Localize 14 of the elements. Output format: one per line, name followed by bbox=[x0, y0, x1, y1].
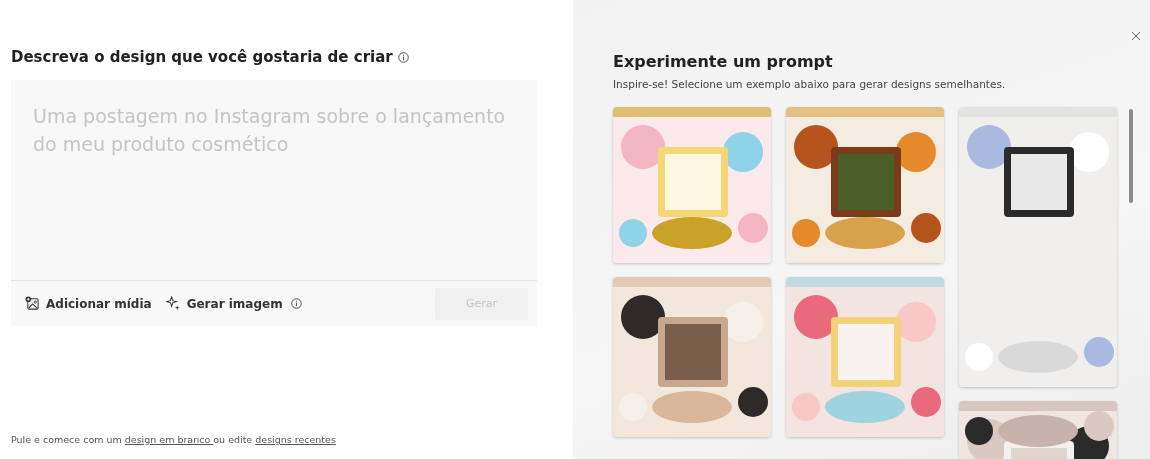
scrollbar[interactable] bbox=[1129, 109, 1133, 203]
sparkle-icon bbox=[165, 296, 181, 311]
examples-title: Experimente um prompt bbox=[613, 52, 834, 71]
close-icon[interactable] bbox=[1131, 31, 1141, 41]
examples-subtitle: Inspire-se! Selecione um exemplo abaixo para gerar designs semelhantes. bbox=[613, 78, 1007, 90]
generate-image-button[interactable]: Gerar imagem bbox=[165, 296, 302, 311]
add-media-button[interactable]: Adicionar mídia bbox=[25, 296, 152, 311]
footer-text: Pule e comece com um design em branco ou edite designs recentes bbox=[11, 434, 337, 445]
blank-design-link[interactable]: design em branco bbox=[124, 434, 214, 445]
composer-title: Descreva o design que você gostaria de criar bbox=[11, 48, 393, 66]
info-icon[interactable] bbox=[397, 51, 409, 63]
recent-designs-link[interactable]: designs recentes bbox=[255, 434, 336, 445]
image-plus-icon bbox=[25, 296, 40, 311]
info-icon[interactable] bbox=[290, 298, 302, 309]
